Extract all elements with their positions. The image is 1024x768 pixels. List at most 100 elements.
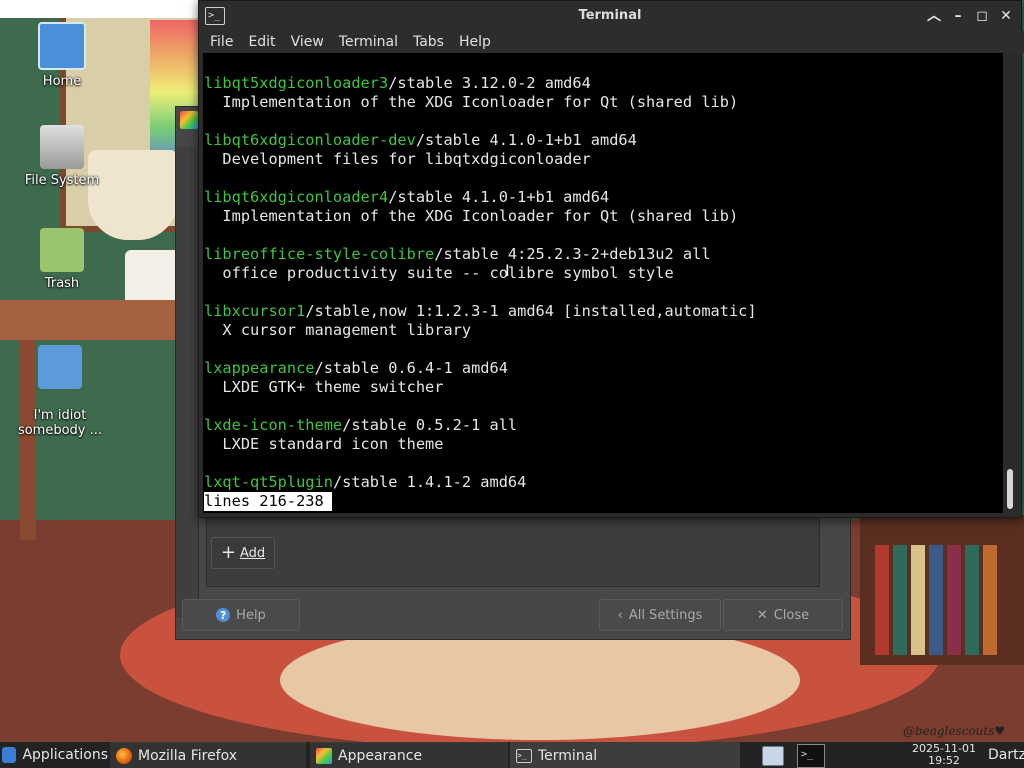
folder-icon	[38, 345, 82, 389]
package-name: libreoffice-style-colibre	[204, 245, 435, 263]
home-icon	[38, 22, 86, 70]
task-appearance[interactable]: Appearance	[310, 742, 508, 768]
appearance-sidebar	[176, 147, 199, 617]
terminal-line: Implementation of the XDG Iconloader for…	[204, 93, 757, 112]
applications-icon	[2, 747, 17, 763]
package-detail: LXDE GTK+ theme switcher	[204, 378, 444, 396]
terminal-line: ​	[204, 283, 757, 302]
desktop-icon-label: Home	[42, 74, 82, 89]
wallpaper-book	[893, 545, 907, 655]
package-detail: office productivity suite -- colibre sym…	[204, 264, 674, 282]
close-button-label: Close	[773, 607, 810, 623]
terminal-line: lxde-icon-theme/stable 0.5.2-1 all	[204, 416, 757, 435]
terminal-line: X cursor management library	[204, 321, 757, 340]
menu-help[interactable]: Help	[452, 31, 499, 53]
terminal-line: libqt6xdgiconloader-dev/stable 4.1.0-1+b…	[204, 131, 757, 150]
terminal-line: Development files for libqtxdgiconloader	[204, 150, 757, 169]
terminal-text: libqt5xdgiconloader3/stable 3.12.0-2 amd…	[204, 74, 757, 511]
applications-menu[interactable]: Applications	[2, 742, 108, 768]
terminal-launcher-icon[interactable]: >_	[797, 744, 825, 768]
desktop-icon-trash[interactable]: Trash	[12, 228, 112, 291]
terminal-output[interactable]: libqt5xdgiconloader3/stable 3.12.0-2 amd…	[203, 53, 1003, 513]
package-detail: /stable 0.5.2-1 all	[342, 416, 518, 434]
terminal-line: lxappearance/stable 0.6.4-1 amd64	[204, 359, 757, 378]
help-button-label: Help	[236, 607, 266, 623]
clock[interactable]: 2025-11-01 19:52	[906, 743, 982, 767]
plus-icon: +	[220, 542, 236, 563]
terminal-line: libqt5xdgiconloader3/stable 3.12.0-2 amd…	[204, 74, 757, 93]
trash-icon	[40, 228, 84, 272]
wallpaper-book	[947, 545, 961, 655]
package-name: libqt5xdgiconloader3	[204, 74, 389, 92]
package-detail: /stable 4.1.0-1+b1 amd64	[415, 131, 637, 149]
terminal-line: ​	[204, 397, 757, 416]
package-detail: /stable 4.1.0-1+b1 amd64	[388, 188, 610, 206]
maximize-icon[interactable]: ◻	[973, 6, 991, 26]
terminal-line: libqt6xdgiconloader4/stable 4.1.0-1+b1 a…	[204, 188, 757, 207]
chevron-up-icon[interactable]: ︿	[925, 6, 943, 26]
terminal-window[interactable]: >_ Terminal ︿ – ◻ ✕ File Edit View Termi…	[198, 0, 1024, 518]
menu-file[interactable]: File	[203, 31, 241, 53]
user-name[interactable]: Dartz	[988, 742, 1024, 768]
text-cursor-icon: I	[505, 261, 510, 280]
terminal-scrollbar[interactable]	[1005, 53, 1015, 513]
terminal-line: Implementation of the XDG Iconloader for…	[204, 207, 757, 226]
add-button-label: Add	[239, 545, 266, 561]
package-name: lxappearance	[204, 359, 315, 377]
window-controls: ︿ – ◻ ✕	[925, 6, 1015, 26]
minimize-icon[interactable]: –	[949, 6, 967, 26]
task-label: Mozilla Firefox	[138, 747, 238, 764]
firefox-window-edge	[0, 0, 200, 18]
close-icon[interactable]: ✕	[997, 6, 1015, 26]
package-name: libqt6xdgiconloader-dev	[204, 131, 416, 149]
package-name: lxqt-qt5plugin	[204, 473, 333, 491]
window-list-icon[interactable]	[762, 746, 784, 766]
terminal-menubar: File Edit View Terminal Tabs Help	[199, 31, 1024, 53]
package-detail: Implementation of the XDG Iconloader for…	[204, 93, 739, 111]
appearance-icon	[316, 747, 332, 764]
menu-edit[interactable]: Edit	[241, 31, 283, 53]
task-terminal[interactable]: >_ Terminal	[510, 742, 740, 768]
terminal-line: ​	[204, 226, 757, 245]
appearance-list-panel	[206, 517, 820, 587]
package-detail: LXDE standard icon theme	[204, 435, 444, 453]
package-detail: X cursor management library	[204, 321, 472, 339]
package-detail: /stable,now 1:1.2.3-1 amd64 [installed,a…	[305, 302, 757, 320]
applications-label: Applications	[22, 747, 108, 763]
close-button[interactable]: ✕ Close	[723, 599, 843, 631]
taskbar: Applications Mozilla Firefox Appearance …	[0, 742, 1024, 768]
menu-view[interactable]: View	[284, 31, 332, 53]
menu-terminal[interactable]: Terminal	[332, 31, 406, 53]
task-firefox[interactable]: Mozilla Firefox	[110, 742, 306, 768]
terminal-titlebar[interactable]: >_ Terminal ︿ – ◻ ✕	[199, 1, 1021, 31]
package-detail: Development files for libqtxdgiconloader	[204, 150, 591, 168]
terminal-line: lxqt-qt5plugin/stable 1.4.1-2 amd64	[204, 473, 757, 492]
desktop-icon-label: I'm idiot somebody ...	[17, 408, 103, 438]
package-detail: /stable 3.12.0-2 amd64	[388, 74, 591, 92]
desktop-icon-home[interactable]: Home	[12, 22, 112, 89]
wallpaper-book	[911, 545, 925, 655]
terminal-line: ​	[204, 340, 757, 359]
menu-tabs[interactable]: Tabs	[406, 31, 452, 53]
desktop-icon-file-system[interactable]: File System	[12, 125, 112, 188]
terminal-line: LXDE GTK+ theme switcher	[204, 378, 757, 397]
close-icon: ✕	[756, 607, 768, 623]
add-button[interactable]: + Add	[211, 537, 275, 569]
desktop-icon-label: File System	[24, 173, 100, 188]
appearance-app-icon	[180, 111, 198, 129]
firefox-icon	[116, 747, 132, 764]
wallpaper-signature: @beaglescouts♥	[903, 724, 1006, 738]
pager-status-line: lines 216-238	[204, 492, 757, 511]
all-settings-button[interactable]: ‹ All Settings	[599, 599, 721, 631]
terminal-line: LXDE standard icon theme	[204, 435, 757, 454]
terminal-line: ​	[204, 169, 757, 188]
wallpaper-book	[983, 545, 997, 655]
package-name: lxde-icon-theme	[204, 416, 343, 434]
terminal-line: ​	[204, 454, 757, 473]
scrollbar-thumb[interactable]	[1007, 469, 1013, 509]
help-button[interactable]: ? Help	[182, 599, 300, 631]
desktop-icon-folder[interactable]: I'm idiot somebody ...	[10, 330, 110, 453]
wallpaper-book	[929, 545, 943, 655]
desktop-icon-label: Trash	[44, 276, 80, 291]
all-settings-label: All Settings	[628, 607, 703, 623]
